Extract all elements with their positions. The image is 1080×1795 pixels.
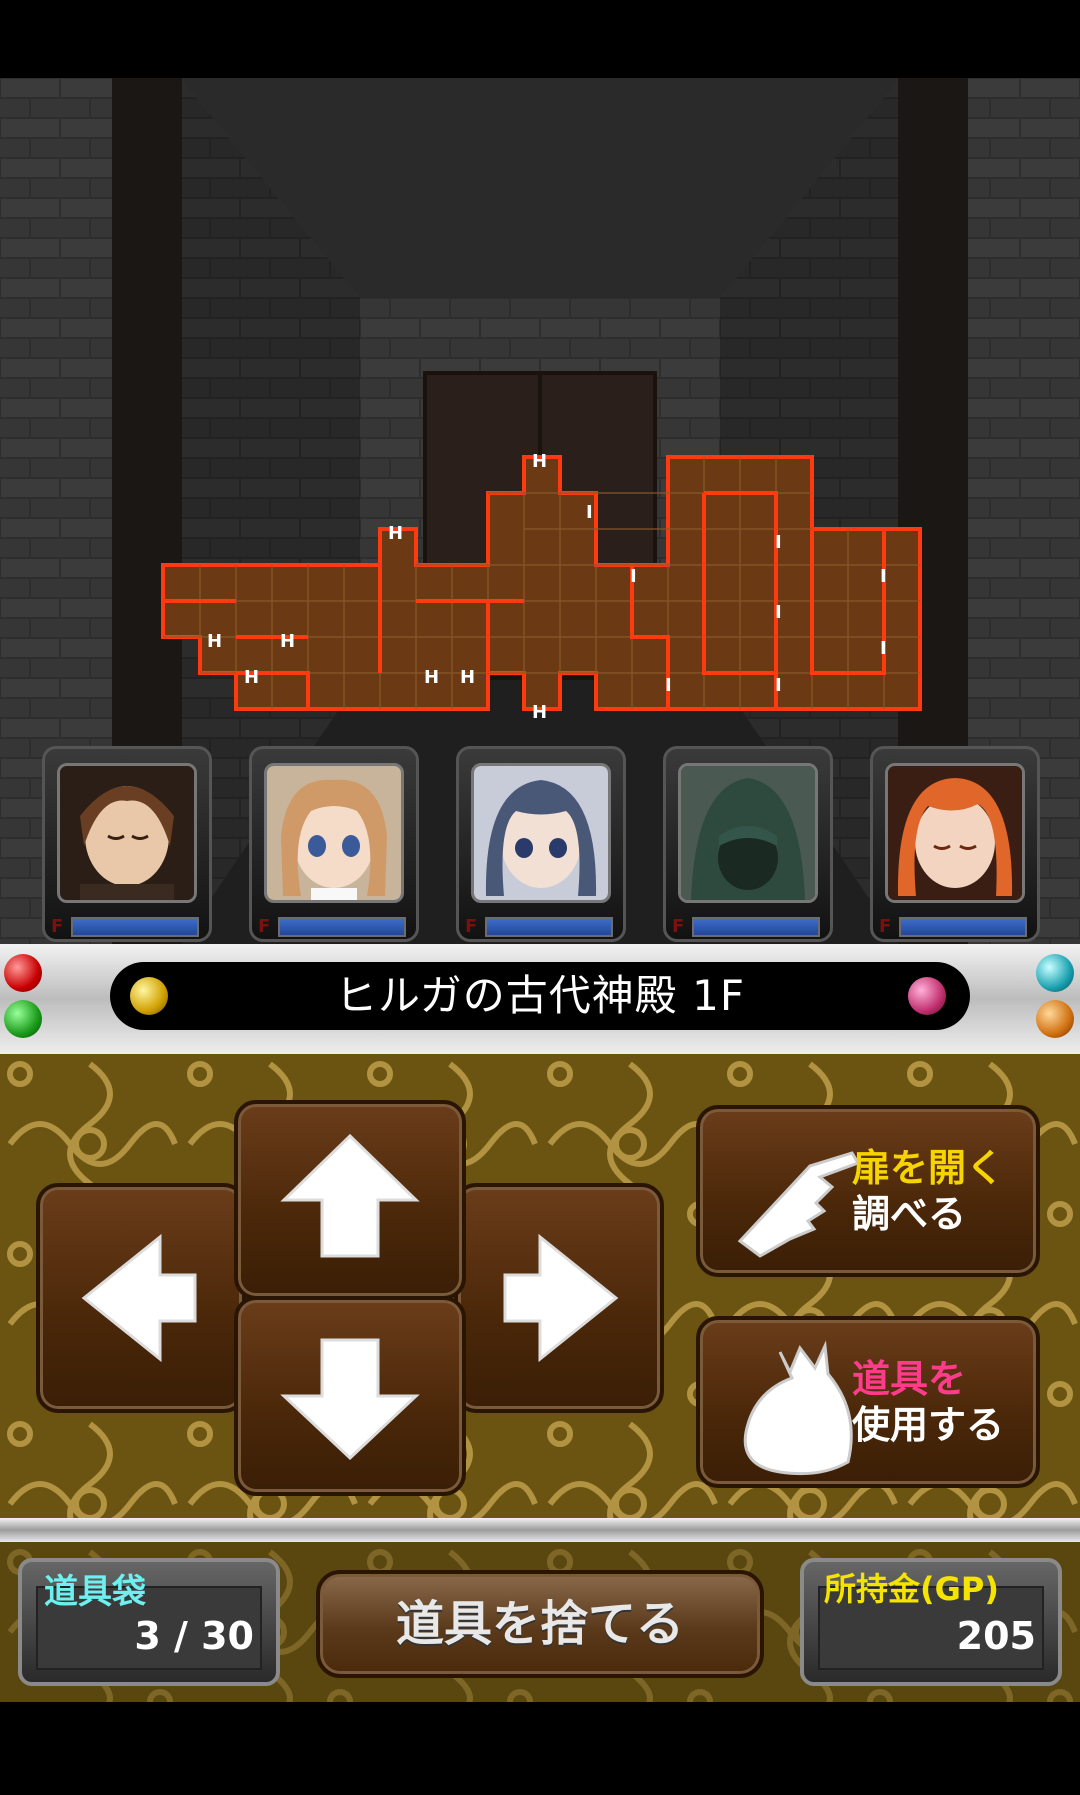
hp-fill (694, 919, 818, 935)
svg-text:I: I (775, 675, 782, 696)
party-member-5[interactable]: F (870, 746, 1040, 942)
arrow-right-icon (503, 1233, 619, 1363)
hp-bar (71, 917, 199, 937)
status-letter: F (879, 916, 892, 937)
status-letter: F (672, 916, 685, 937)
orange-gem-icon (1036, 1000, 1074, 1038)
svg-text:H: H (532, 702, 547, 723)
status-letter: F (465, 916, 478, 937)
hp-bar (485, 917, 613, 937)
pointing-hand-icon (737, 1151, 861, 1258)
svg-text:H: H (388, 523, 403, 544)
svg-text:I: I (775, 602, 782, 623)
svg-text:I: I (586, 502, 593, 523)
portrait-image (264, 763, 404, 903)
svg-text:H: H (532, 451, 547, 472)
use-item-label: 道具を (852, 1357, 967, 1401)
use-label: 使用する (852, 1403, 1005, 1447)
hp-fill (901, 919, 1025, 935)
arrow-up-icon (280, 1133, 420, 1258)
svg-text:H: H (207, 631, 222, 652)
gold-box: 所持金(GP) 205 (800, 1558, 1062, 1686)
divider-strip (0, 1518, 1080, 1542)
hp-bar (278, 917, 406, 937)
discard-item-label: 道具を捨てる (395, 1596, 684, 1652)
use-item-button[interactable]: 道具を 使用する (696, 1316, 1040, 1488)
move-forward-button[interactable] (234, 1100, 466, 1300)
svg-text:I: I (880, 566, 887, 587)
portrait-image (678, 763, 818, 903)
party-member-2[interactable]: F (249, 746, 419, 942)
hp-bar (692, 917, 820, 937)
inventory-count: 3 / 30 (134, 1614, 254, 1658)
red-gem-icon (4, 954, 42, 992)
gold-label: 所持金(GP) (824, 1570, 999, 1608)
status-letter: F (51, 916, 64, 937)
portrait-image (885, 763, 1025, 903)
open-door-label: 扉を開く (852, 1146, 1005, 1190)
hp-fill (73, 919, 197, 935)
cyan-gem-icon (1036, 954, 1074, 992)
status-letter: F (258, 916, 271, 937)
arrow-down-icon (280, 1338, 420, 1461)
move-right-button[interactable] (454, 1183, 664, 1413)
item-bag-icon (743, 1340, 853, 1476)
svg-text:I: I (775, 532, 782, 553)
svg-text:H: H (280, 631, 295, 652)
party-member-4[interactable]: F (663, 746, 833, 942)
move-left-button[interactable] (36, 1183, 246, 1413)
status-bar (0, 0, 1080, 78)
green-gem-icon (4, 1000, 42, 1038)
svg-text:I: I (880, 638, 887, 659)
svg-text:H: H (460, 667, 475, 688)
examine-label: 調べる (852, 1192, 967, 1236)
hp-fill (280, 919, 404, 935)
party-member-3[interactable]: F (456, 746, 626, 942)
svg-text:H: H (424, 667, 439, 688)
gold-amount: 205 (956, 1614, 1036, 1658)
hp-fill (487, 919, 611, 935)
discard-item-button[interactable]: 道具を捨てる (316, 1570, 764, 1678)
svg-text:I: I (665, 675, 672, 696)
portrait-image (57, 763, 197, 903)
arrow-left-icon (81, 1233, 197, 1363)
party-member-1[interactable]: F (42, 746, 212, 942)
svg-text:I: I (630, 566, 637, 587)
navigation-area (0, 1702, 1080, 1795)
hp-bar (899, 917, 1027, 937)
location-name: ヒルガの古代神殿 1F (335, 971, 745, 1020)
open-door-button[interactable]: 扉を開く 調べる (696, 1105, 1040, 1277)
portrait-image (471, 763, 611, 903)
inventory-box: 道具袋 3 / 30 (18, 1558, 280, 1686)
svg-text:H: H (244, 667, 259, 688)
inventory-label: 道具袋 (44, 1572, 146, 1612)
move-back-button[interactable] (234, 1296, 466, 1496)
